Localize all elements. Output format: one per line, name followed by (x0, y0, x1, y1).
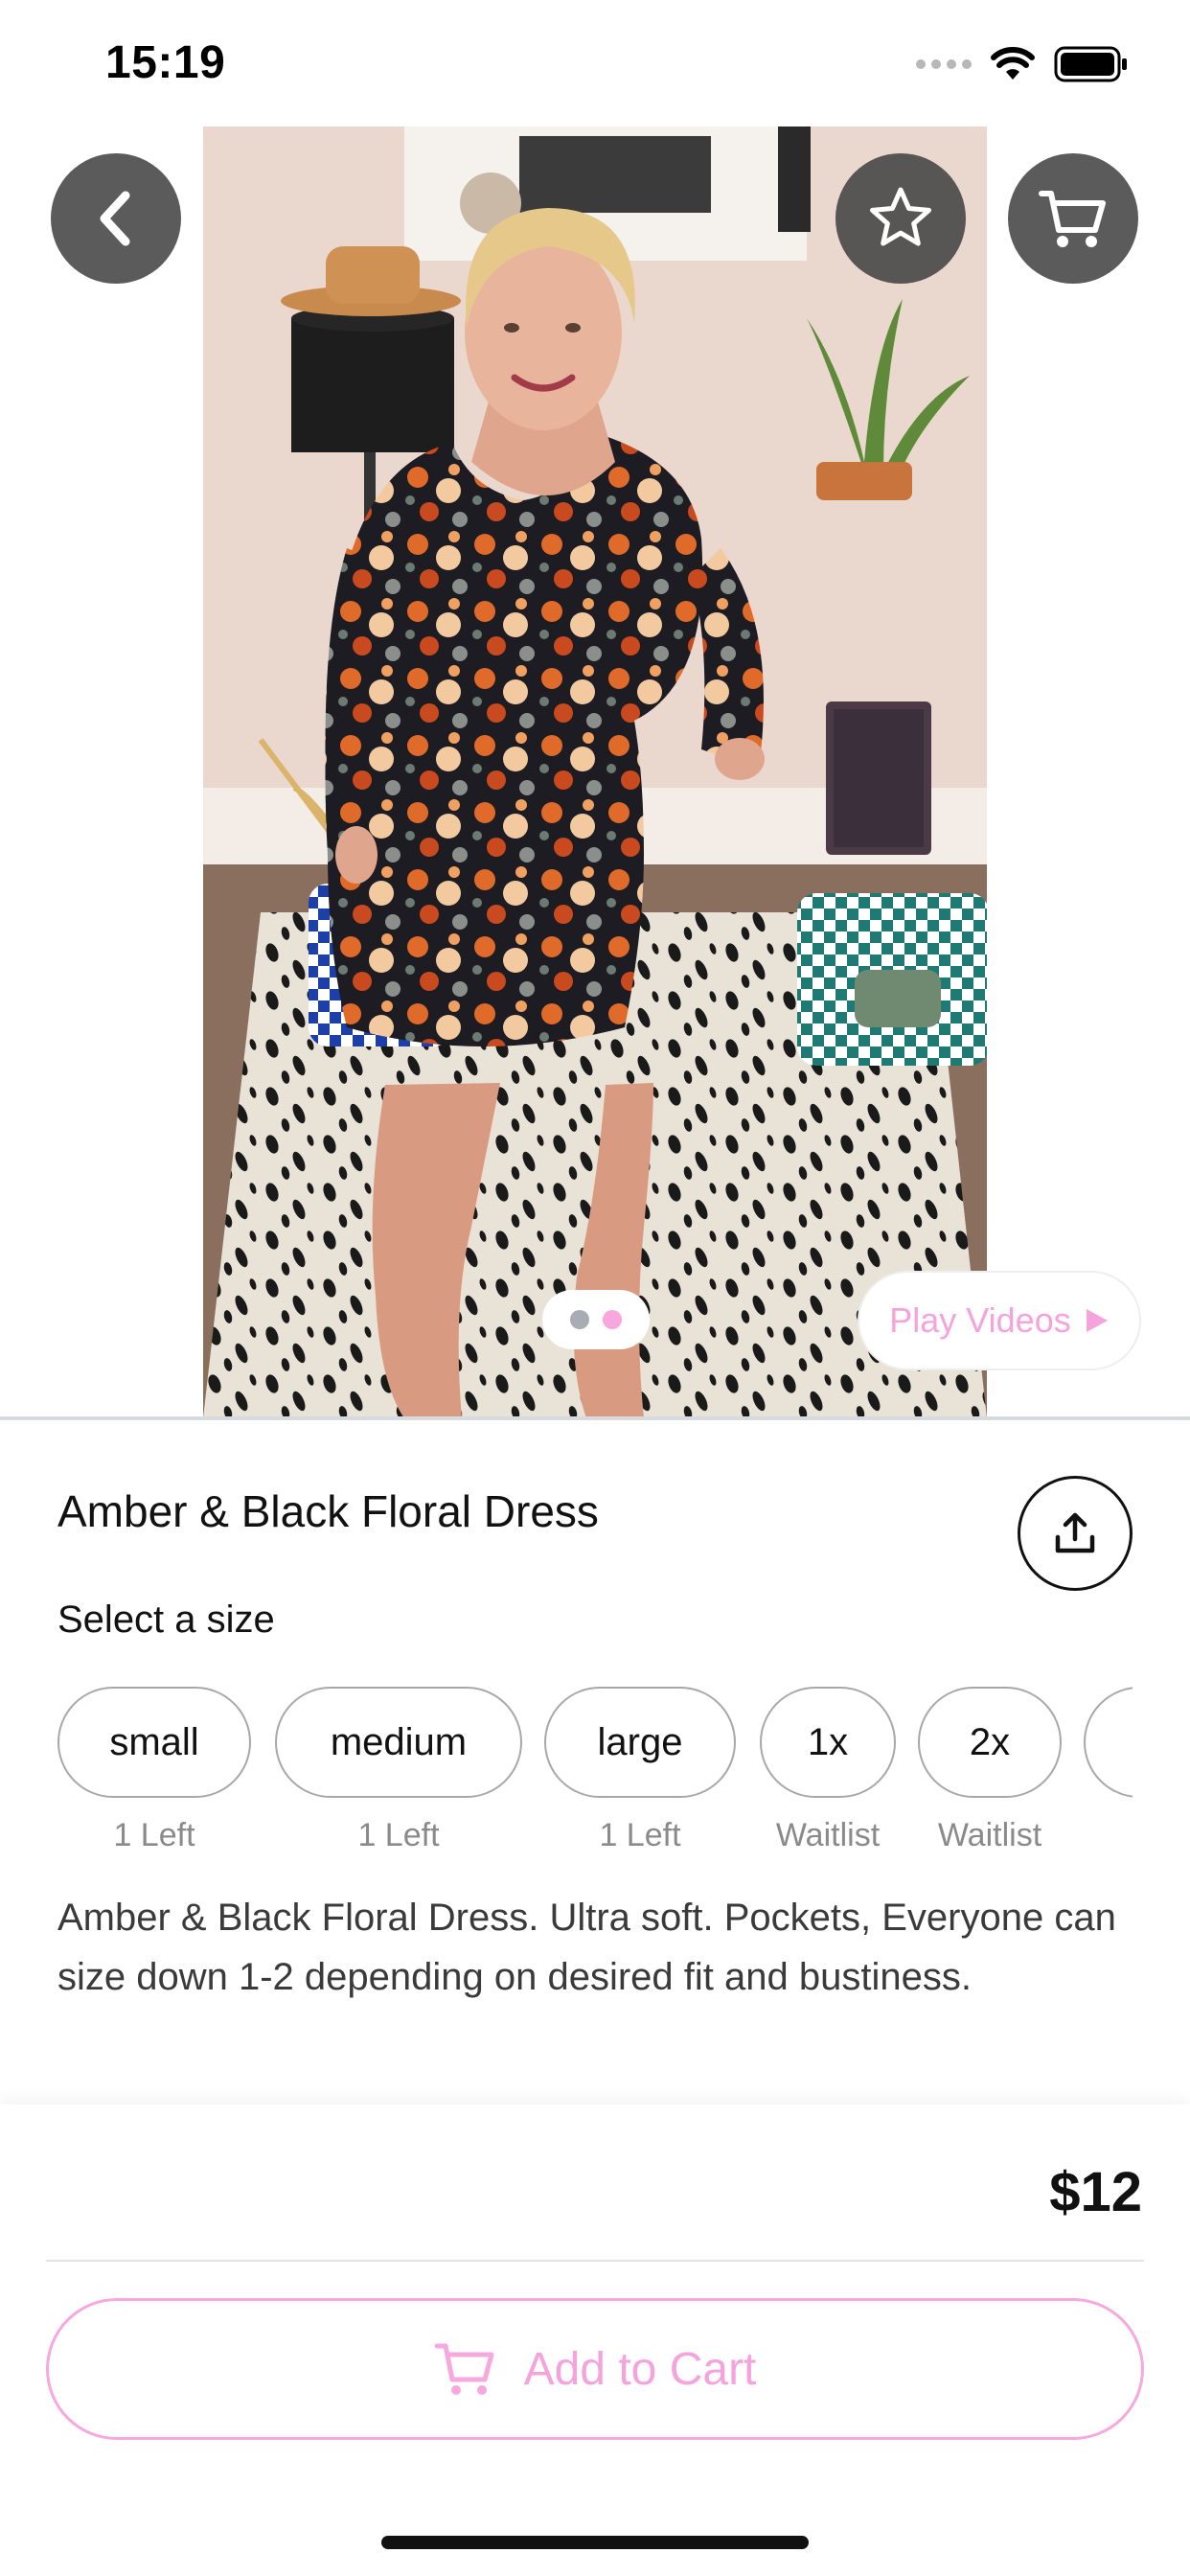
size-label: large (597, 1720, 683, 1763)
share-icon (1055, 1512, 1095, 1553)
image-pager[interactable] (542, 1290, 650, 1349)
size-status: Waitlist (937, 1817, 1042, 1853)
cart-icon (434, 2343, 494, 2395)
size-status: Waitlist (775, 1817, 881, 1853)
size-option-more[interactable] (1084, 1687, 1133, 1798)
size-option-2x[interactable]: 2x (918, 1687, 1062, 1798)
media-divider (0, 1416, 1190, 1420)
status-time: 15:19 (105, 37, 226, 88)
size-status: 1 Left (113, 1817, 195, 1853)
size-label: medium (330, 1720, 468, 1763)
wifi-icon (991, 47, 1035, 80)
size-status: 1 Left (357, 1817, 440, 1853)
cart-icon (1039, 191, 1106, 247)
add-to-cart-button[interactable]: Add to Cart (46, 2298, 1144, 2440)
product-image[interactable] (203, 126, 987, 1418)
share-button[interactable] (1018, 1476, 1133, 1591)
size-heading: Select a size (57, 1598, 275, 1641)
chevron-left-icon (100, 191, 130, 246)
favorite-button[interactable] (835, 153, 966, 284)
checkout-divider (46, 2260, 1144, 2262)
pager-dot-active[interactable] (603, 1310, 622, 1329)
product-title: Amber & Black Floral Dress (57, 1486, 599, 1536)
play-videos-label: Play Videos (889, 1300, 1071, 1340)
status-icons (916, 46, 1129, 82)
back-button[interactable] (51, 153, 181, 284)
size-status: 1 Left (599, 1817, 681, 1853)
size-label: small (109, 1720, 199, 1763)
battery-icon (1054, 46, 1127, 82)
size-option-small[interactable]: small (57, 1687, 251, 1798)
home-indicator[interactable] (381, 2536, 809, 2549)
size-option-large[interactable]: large (544, 1687, 736, 1798)
cellular-signal-icon (916, 59, 972, 69)
play-videos-button[interactable]: Play Videos (858, 1271, 1141, 1370)
size-status: 2 (1084, 1817, 1133, 1854)
product-media: Play Videos (0, 126, 1190, 1418)
size-label: 1x (807, 1720, 849, 1763)
size-selector: small 1 Left medium 1 Left large 1 Left … (57, 1687, 1133, 1869)
add-to-cart-label: Add to Cart (523, 2343, 757, 2395)
product-photo-illustration (203, 126, 987, 1418)
size-option-medium[interactable]: medium (275, 1687, 522, 1798)
size-label: 2x (969, 1720, 1011, 1763)
cart-button[interactable] (1008, 153, 1138, 284)
product-price: $12 (1049, 2161, 1142, 2223)
status-bar: 15:19 (0, 0, 1190, 126)
pager-dot-inactive[interactable] (570, 1310, 589, 1329)
star-icon (870, 187, 931, 246)
product-description: Amber & Black Floral Dress. Ultra soft. … (57, 1897, 1116, 1998)
play-icon (1086, 1309, 1108, 1332)
size-option-1x[interactable]: 1x (760, 1687, 896, 1798)
checkout-bar: $12 Add to Cart (0, 2104, 1190, 2576)
